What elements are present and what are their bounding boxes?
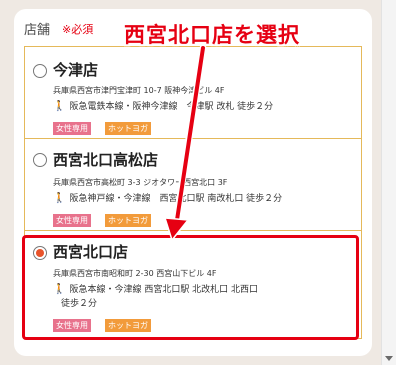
red-arrow-icon (163, 44, 207, 242)
annotation-text: 西宮北口店を選択 (124, 23, 300, 47)
